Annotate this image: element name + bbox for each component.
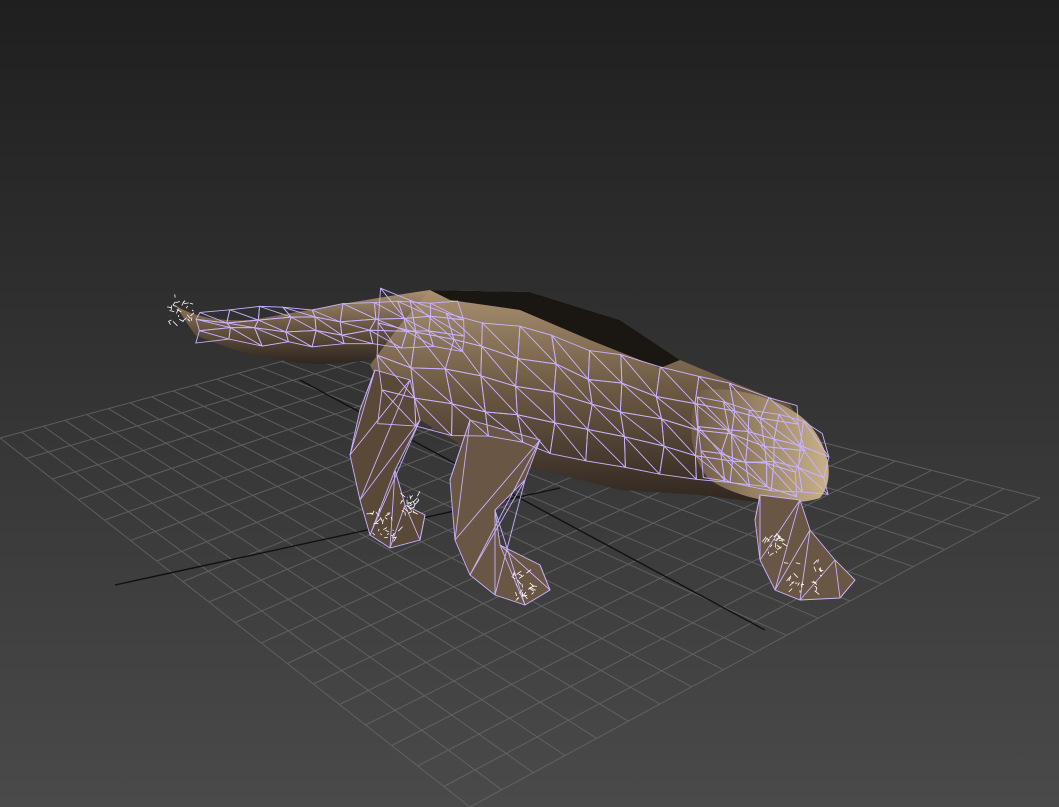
vertex-tick bbox=[776, 547, 778, 549]
vertex-tick bbox=[783, 562, 789, 564]
vertex-tick bbox=[190, 317, 193, 321]
vertex-tick bbox=[777, 545, 779, 548]
vertex-tick bbox=[384, 536, 388, 539]
viewport-canvas[interactable] bbox=[0, 0, 1059, 807]
perspective-viewport[interactable] bbox=[0, 0, 1059, 807]
